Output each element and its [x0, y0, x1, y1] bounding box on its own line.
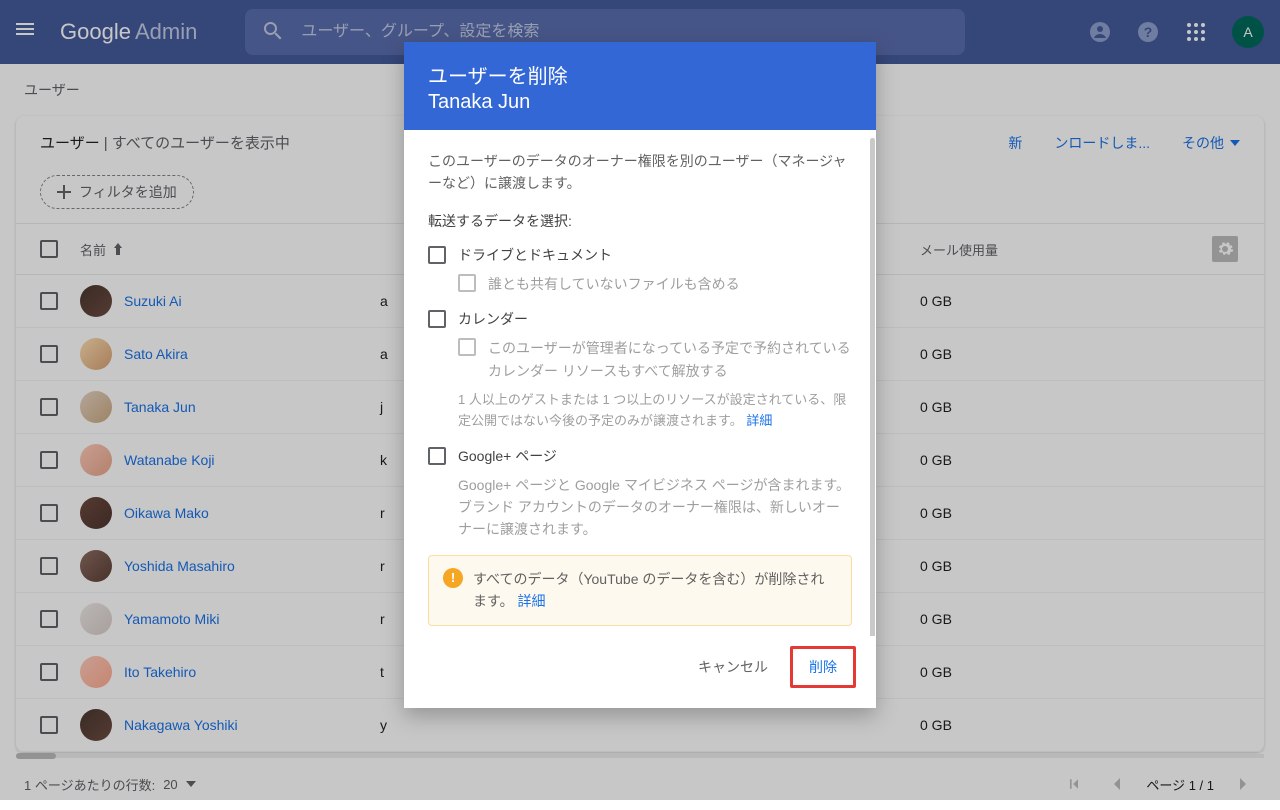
gplus-checkbox[interactable] [428, 447, 446, 465]
calendar-detail-link[interactable]: 詳細 [746, 413, 772, 428]
calendar-release-resources-checkbox[interactable] [458, 338, 476, 356]
dialog-scrollbar[interactable] [870, 138, 875, 636]
gplus-sub-label: Google+ ページと Google マイビジネス ページが含まれます。ブラン… [458, 474, 852, 541]
calendar-label: カレンダー [458, 309, 528, 329]
delete-button[interactable]: 削除 [790, 646, 856, 688]
drive-checkbox[interactable] [428, 246, 446, 264]
calendar-sub-label: このユーザーが管理者になっている予定で予約されているカレンダー リソースもすべて… [488, 337, 852, 382]
dialog-user-name: Tanaka Jun [428, 91, 852, 114]
drive-sub-label: 誰とも共有していないファイルも含める [488, 273, 740, 295]
warning-detail-link[interactable]: 詳細 [518, 593, 546, 609]
dialog-intro: このユーザーのデータのオーナー権限を別のユーザー（マネージャーなど）に譲渡します… [428, 150, 852, 195]
warning-box: ! すべてのデータ（YouTube のデータを含む）が削除されます。 詳細 [428, 555, 852, 626]
calendar-checkbox[interactable] [428, 310, 446, 328]
transfer-select-label: 転送するデータを選択: [428, 211, 852, 231]
cancel-button[interactable]: キャンセル [684, 646, 782, 688]
drive-label: ドライブとドキュメント [458, 245, 612, 265]
dialog-title: ユーザーを削除 [428, 60, 852, 89]
delete-user-dialog: ユーザーを削除 Tanaka Jun このユーザーのデータのオーナー権限を別のユ… [404, 42, 876, 708]
warning-text: すべてのデータ（YouTube のデータを含む）が削除されます。 詳細 [473, 568, 837, 613]
drive-include-unshared-checkbox[interactable] [458, 274, 476, 292]
warning-icon: ! [443, 568, 463, 588]
gplus-label: Google+ ページ [458, 446, 557, 466]
calendar-note: 1 人以上のゲストまたは 1 つ以上のリソースが設定されている、限定公開ではない… [458, 390, 852, 432]
